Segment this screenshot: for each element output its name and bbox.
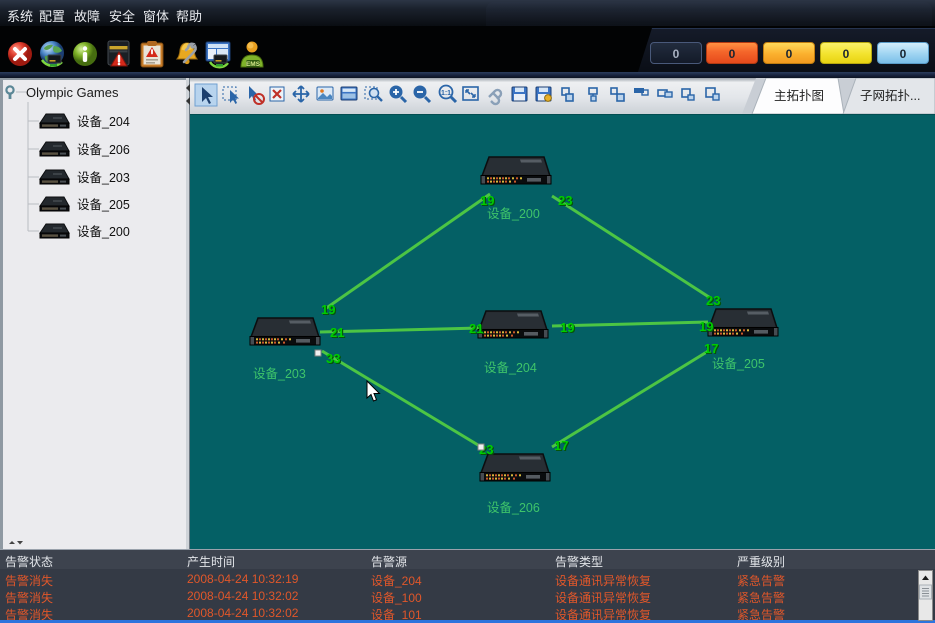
svg-text:设备_200: 设备_200 bbox=[487, 206, 540, 221]
svg-text:23: 23 bbox=[706, 293, 720, 308]
svg-text:1:1: 1:1 bbox=[441, 90, 451, 97]
svg-text:设备_204: 设备_204 bbox=[77, 114, 130, 129]
svg-text:21: 21 bbox=[330, 325, 344, 340]
svg-text:设备_206: 设备_206 bbox=[77, 142, 130, 157]
svg-text:设备_204: 设备_204 bbox=[484, 360, 537, 375]
svg-text:子网拓扑...: 子网拓扑... bbox=[860, 89, 920, 103]
svg-text:17: 17 bbox=[704, 341, 718, 356]
svg-text:设备_203: 设备_203 bbox=[77, 170, 130, 185]
svg-text:19: 19 bbox=[560, 320, 574, 335]
svg-text:设备_205: 设备_205 bbox=[712, 356, 765, 371]
svg-text:设备_203: 设备_203 bbox=[253, 366, 306, 381]
svg-text:EMS: EMS bbox=[246, 61, 261, 68]
svg-text:21: 21 bbox=[469, 321, 483, 336]
svg-text:17: 17 bbox=[554, 438, 568, 453]
svg-text:设备_206: 设备_206 bbox=[487, 500, 540, 515]
svg-text:33: 33 bbox=[326, 351, 340, 366]
svg-text:设备_205: 设备_205 bbox=[77, 197, 130, 212]
svg-text:23: 23 bbox=[558, 193, 572, 208]
svg-text:设备_200: 设备_200 bbox=[77, 224, 130, 239]
svg-text:主拓扑图: 主拓扑图 bbox=[774, 89, 824, 103]
svg-text:19: 19 bbox=[480, 193, 494, 208]
svg-text:Olympic Games: Olympic Games bbox=[26, 85, 119, 100]
svg-text:19: 19 bbox=[699, 319, 713, 334]
svg-text:19: 19 bbox=[321, 302, 335, 317]
